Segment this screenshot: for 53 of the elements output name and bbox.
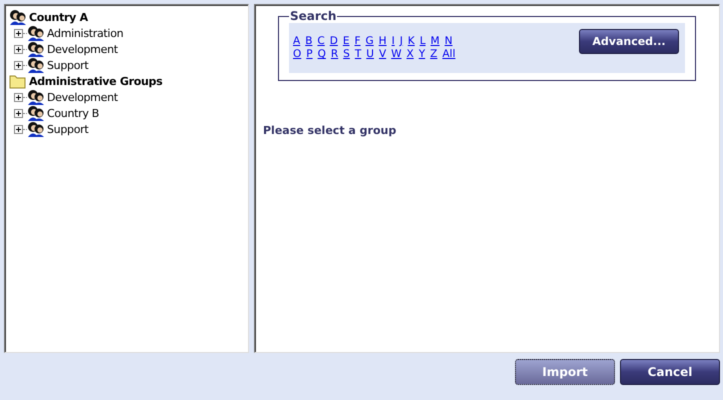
group-icon [9, 9, 27, 25]
tree-item[interactable]: Development [47, 90, 118, 104]
letter-link[interactable]: Z [430, 48, 438, 61]
letter-link[interactable]: M [430, 35, 440, 48]
group-icon [27, 105, 45, 121]
tree-item[interactable]: Administrative Groups [29, 74, 162, 88]
expand-icon[interactable] [14, 124, 23, 134]
letter-link[interactable]: S [343, 48, 350, 61]
letter-link[interactable]: O [293, 48, 302, 61]
letter-link[interactable]: E [342, 35, 350, 48]
letter-link[interactable]: G [366, 35, 374, 48]
group-icon [27, 89, 45, 105]
group-icon [27, 57, 45, 73]
status-message: Please select a group [263, 124, 398, 137]
letter-link[interactable]: J [400, 35, 403, 48]
letter-link[interactable]: All [442, 48, 456, 61]
letter-link[interactable]: F [354, 35, 361, 48]
letter-link[interactable]: A [293, 35, 300, 48]
expand-icon[interactable] [14, 28, 23, 38]
tree-item[interactable]: Administration [47, 26, 124, 40]
dialog-button[interactable]: Cancel [620, 359, 720, 385]
letter-link[interactable]: H [378, 35, 387, 48]
letter-link[interactable]: I [392, 35, 395, 48]
tree-item[interactable]: Support [47, 58, 88, 72]
group-icon [27, 25, 45, 41]
tree-item[interactable]: Country B [47, 106, 100, 120]
letter-link[interactable]: U [366, 48, 374, 61]
letter-link[interactable]: R [330, 48, 338, 61]
expand-icon[interactable] [14, 108, 23, 118]
letter-link[interactable]: T [354, 48, 362, 61]
advanced-button[interactable]: Advanced... [579, 29, 679, 54]
expand-icon[interactable] [14, 44, 23, 54]
letter-link[interactable]: Y [418, 48, 426, 61]
letter-link[interactable]: C [317, 35, 325, 48]
letter-link[interactable]: Q [318, 48, 326, 61]
letter-link[interactable]: W [391, 48, 402, 61]
group-icon [27, 41, 45, 57]
letter-link[interactable]: V [378, 48, 386, 61]
expand-icon[interactable] [14, 92, 23, 102]
letter-link[interactable]: B [305, 35, 312, 48]
search-legend: Search [289, 9, 338, 23]
letter-link[interactable]: N [444, 35, 452, 48]
expand-icon[interactable] [14, 60, 23, 70]
folder-icon [9, 73, 27, 89]
tree-item[interactable]: Development [47, 42, 118, 56]
tree-item[interactable]: Support [47, 122, 88, 136]
letter-link[interactable]: L [420, 35, 426, 48]
group-icon [27, 121, 45, 137]
tree-item[interactable]: Country A [29, 10, 88, 24]
letter-link[interactable]: D [330, 35, 338, 48]
letter-link[interactable]: P [306, 48, 313, 61]
letter-link[interactable]: X [406, 48, 414, 61]
letter-link[interactable]: K [408, 35, 415, 48]
